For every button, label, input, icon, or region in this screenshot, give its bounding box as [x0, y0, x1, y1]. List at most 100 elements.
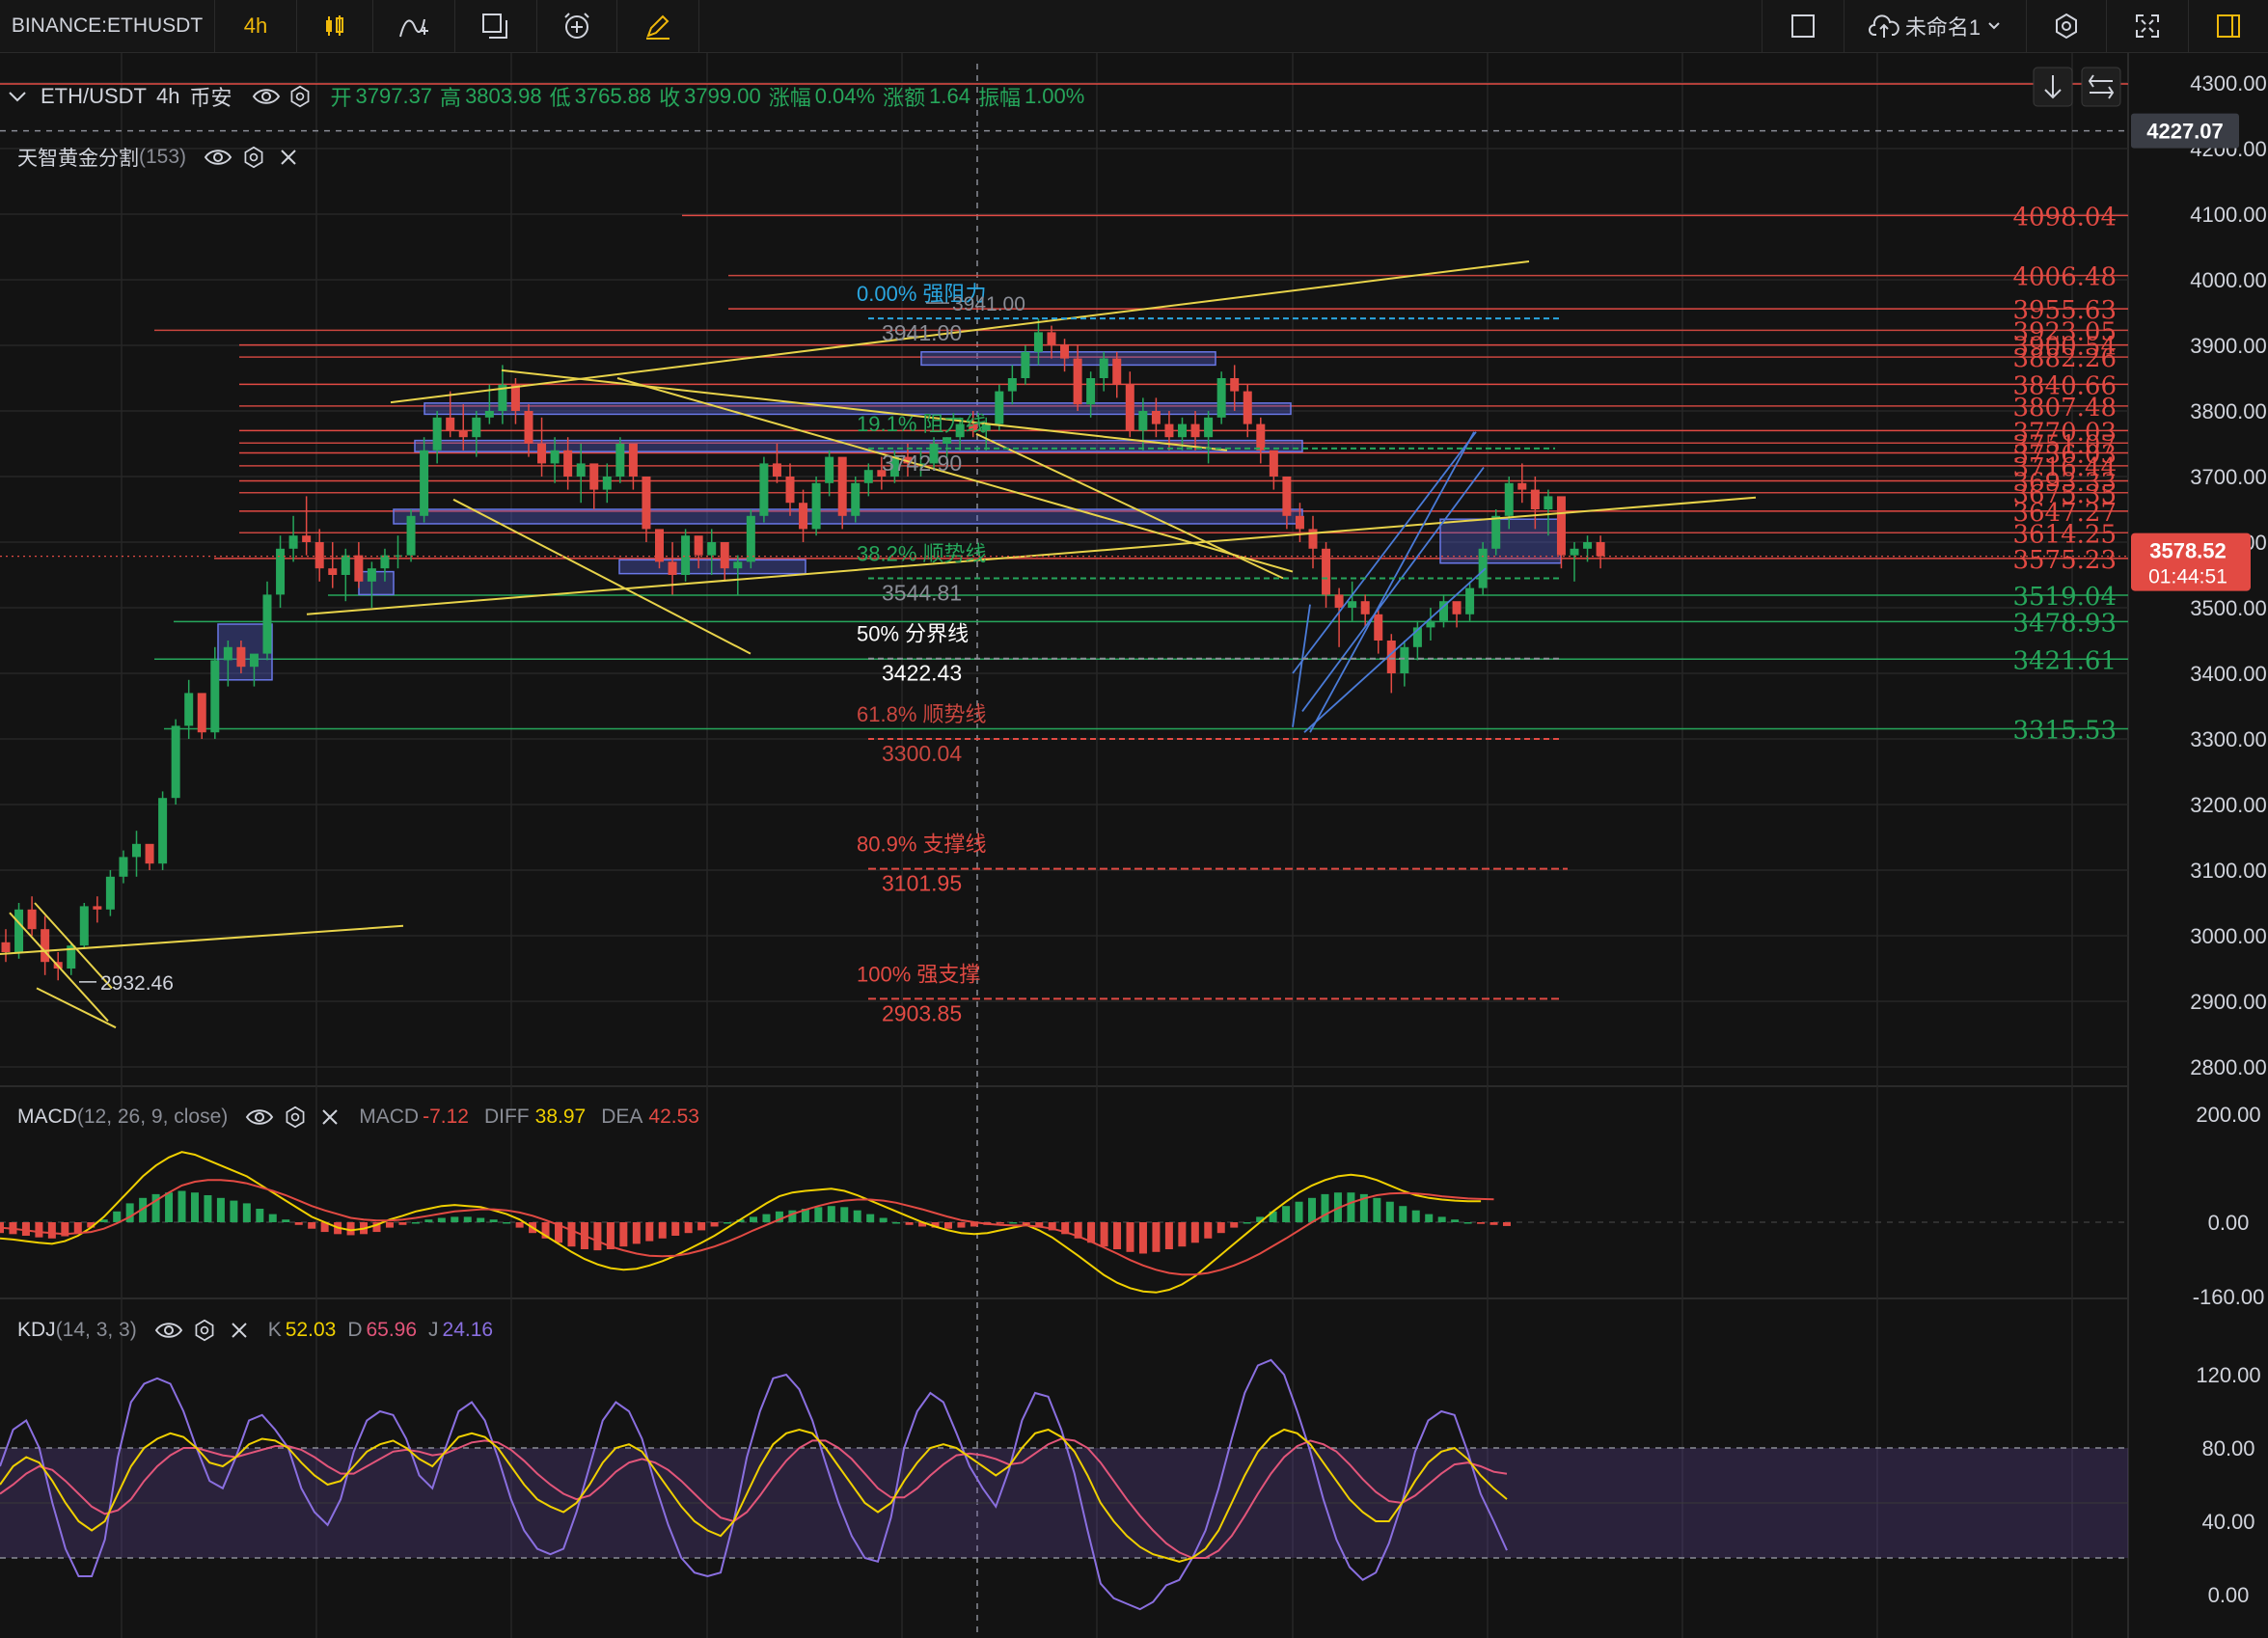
macd-histogram-bar	[567, 1222, 576, 1247]
price-axis-tick: 3400.00	[2190, 662, 2267, 686]
macd-histogram-bar	[697, 1222, 706, 1231]
macd-histogram-bar	[892, 1222, 901, 1224]
candle-body	[14, 909, 24, 952]
macd-histogram-bar	[1190, 1222, 1199, 1243]
candle-body	[288, 535, 298, 549]
candle-body	[668, 561, 677, 575]
resistance-level-price: 3575.23	[2012, 546, 2117, 575]
candle-body	[1400, 646, 1409, 673]
gear-icon[interactable]	[193, 1319, 216, 1342]
macd-histogram-bar	[1100, 1222, 1108, 1247]
candle-body	[1007, 377, 1017, 392]
channel-line	[1303, 567, 1487, 733]
macd-legend: MACD (12, 26, 9, close) MACD -7.12 DIFF …	[17, 1106, 699, 1129]
candle-body	[79, 906, 89, 946]
current-price-value: 3578.52	[2149, 539, 2227, 563]
macd-params: (12, 26, 9, close)	[76, 1106, 229, 1128]
gear-icon[interactable]	[242, 146, 265, 169]
macd-histogram-bar	[1321, 1193, 1329, 1222]
eye-icon[interactable]	[252, 86, 281, 107]
eye-icon[interactable]	[245, 1106, 274, 1128]
price-axis[interactable]: 4300.004200.004100.004000.003900.003800.…	[0, 53, 2268, 1638]
dea-label: DEA	[601, 1106, 643, 1128]
kdj-pane	[0, 1358, 2128, 1611]
candle-body	[184, 693, 194, 726]
candle-body	[420, 450, 429, 516]
macd-histogram-bar	[943, 1222, 952, 1229]
macd-histogram-bar	[398, 1222, 407, 1225]
candle-body	[197, 693, 206, 733]
support-level-price: 3421.61	[2012, 646, 2117, 675]
candle-body	[615, 443, 625, 477]
candle-body	[863, 470, 873, 483]
support-level-price: 3315.53	[2012, 716, 2117, 745]
macd-histogram-bar	[1489, 1222, 1498, 1225]
price-axis-tick: 4300.00	[2190, 71, 2267, 96]
candle-body	[210, 660, 220, 733]
candle-body	[446, 417, 455, 431]
macd-histogram-bar	[879, 1217, 888, 1222]
candle-body	[1348, 601, 1357, 608]
d-label: D	[347, 1319, 363, 1341]
macd-histogram-bar	[125, 1203, 134, 1222]
macd-histogram-bar	[411, 1222, 420, 1224]
macd-histogram-bar	[242, 1203, 251, 1222]
macd-histogram-bar	[113, 1211, 122, 1222]
candle-body	[1491, 515, 1501, 549]
candle-body	[1099, 358, 1108, 378]
macd-histogram-bar	[593, 1222, 602, 1251]
gear-icon[interactable]	[288, 85, 312, 108]
macd-histogram-bar	[645, 1222, 654, 1242]
collapse-chevron-icon[interactable]	[0, 85, 39, 108]
candle-body	[1256, 423, 1266, 450]
macd-histogram-bar	[1373, 1197, 1381, 1222]
candle-body	[328, 568, 338, 575]
candle-body	[27, 909, 37, 930]
fib-level-price: 3544.81	[882, 581, 962, 606]
candle-body	[1190, 423, 1200, 438]
macd-histogram-bar	[385, 1222, 394, 1228]
kdj-axis-tick: 120.00	[2196, 1363, 2260, 1387]
close-icon[interactable]	[230, 1321, 249, 1340]
chart-canvas[interactable]: 0.00% 强阻力3941.0019.1% 阻力线3742.9038.2% 顺势…	[0, 0, 2268, 1638]
low-label: 低	[549, 86, 571, 110]
macd-histogram-bar	[282, 1219, 290, 1222]
macd-histogram-bar	[1009, 1222, 1018, 1224]
kdj-name: KDJ	[17, 1319, 56, 1341]
candle-body	[132, 843, 141, 858]
price-axis-tick: 3500.00	[2190, 596, 2267, 620]
candle-body	[537, 443, 547, 464]
candle-body	[314, 541, 324, 569]
chg-value: 1.64	[929, 84, 970, 108]
candle-body	[484, 410, 494, 418]
candle-body	[1465, 587, 1475, 614]
macd-histogram-bar	[1216, 1222, 1225, 1234]
candle-body	[1, 942, 11, 952]
macd-histogram-bar	[866, 1214, 875, 1222]
macd-histogram-bar	[216, 1197, 225, 1222]
candle-body	[1243, 391, 1252, 424]
candle-body	[1269, 450, 1278, 477]
candle-body	[785, 476, 795, 504]
eye-icon[interactable]	[204, 147, 232, 168]
candle-body	[943, 437, 952, 444]
macd-histogram-bar	[178, 1190, 186, 1222]
chg-pct-value: 0.04%	[814, 84, 876, 108]
candle-body	[171, 725, 180, 799]
macd-histogram-bar	[1204, 1222, 1213, 1239]
macd-histogram-bar	[268, 1214, 277, 1222]
macd-histogram-bar	[1126, 1222, 1134, 1252]
close-icon[interactable]	[279, 148, 298, 167]
zone-box	[358, 570, 395, 596]
diff-value: 38.97	[534, 1106, 587, 1128]
candle-body	[655, 529, 664, 562]
channel-line	[1292, 604, 1311, 727]
eye-icon[interactable]	[154, 1320, 183, 1341]
price-axis-tick: 3000.00	[2190, 924, 2267, 948]
gear-icon[interactable]	[284, 1106, 307, 1129]
close-icon[interactable]	[320, 1107, 340, 1127]
candle-body	[707, 541, 717, 556]
d-value: 65.96	[366, 1319, 418, 1341]
macd-histogram-bar	[1451, 1219, 1460, 1222]
candle-body	[1517, 482, 1527, 490]
